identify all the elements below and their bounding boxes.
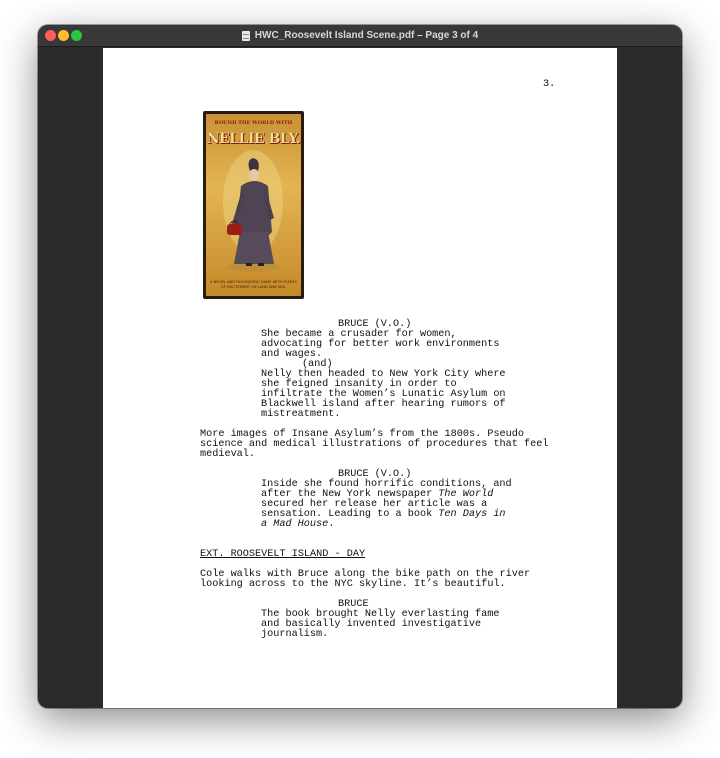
poster-bottom-text: A NOVEL AND FASCINATING GAME WITH PLENTY… [210,280,297,289]
window-title-group: HWC_Roosevelt Island Scene.pdf – Page 3 … [38,25,682,46]
pdf-viewer-window: HWC_Roosevelt Island Scene.pdf – Page 3 … [38,25,682,708]
dialogue-line: mistreatment. [261,409,341,420]
nellie-bly-poster-image: ROUND THE WORLD WITH NELLIE BLY. A NOVEL… [203,111,304,299]
italic-title: a Mad House [261,519,329,530]
scene-heading: EXT. ROOSEVELT ISLAND - DAY [200,549,366,560]
document-icon [241,30,250,41]
action-line: looking across to the NYC skyline. It’s … [200,579,506,590]
dialogue-line: a Mad House. [261,519,335,530]
action-line: medieval. [200,449,256,460]
poster-figure-illustration [223,150,283,272]
page-number: 3. [543,79,556,90]
dialogue-line: journalism. [261,629,329,640]
window-title: HWC_Roosevelt Island Scene.pdf – Page 3 … [254,30,479,41]
pdf-page: 3. ROUND THE WORLD WITH NELLIE BLY. A NO… [103,48,617,708]
italic-title: Ten Days in [438,509,506,520]
document-viewport[interactable]: 3. ROUND THE WORLD WITH NELLIE BLY. A NO… [38,47,682,708]
title-bar[interactable]: HWC_Roosevelt Island Scene.pdf – Page 3 … [38,25,682,47]
dialogue-text: . [328,519,335,530]
